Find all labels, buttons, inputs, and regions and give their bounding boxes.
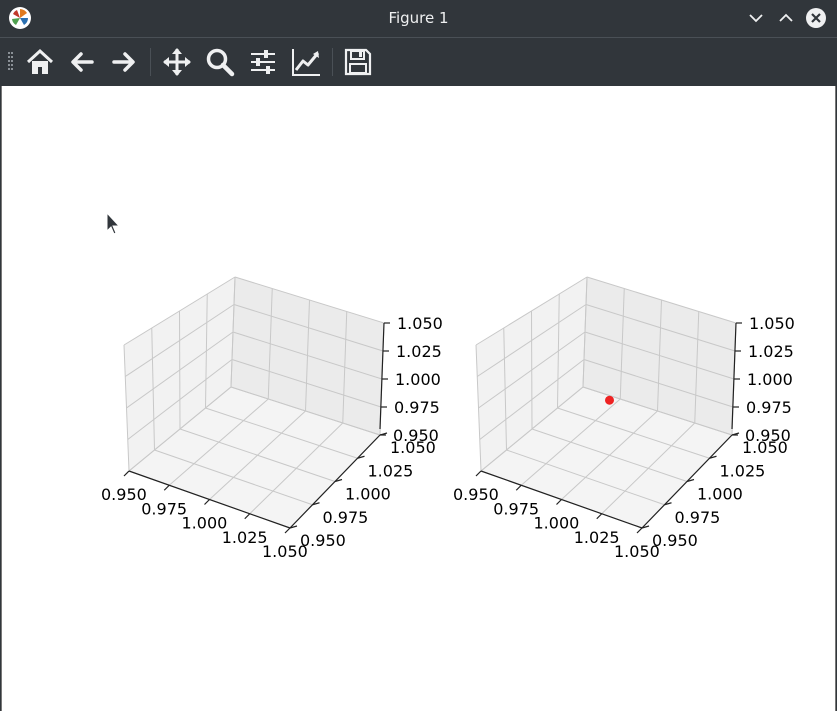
home-button[interactable]: [24, 46, 56, 78]
navigation-toolbar: [0, 37, 837, 86]
x-tick: [163, 484, 170, 491]
mouse-cursor-icon: [106, 211, 121, 235]
move-icon: [163, 48, 191, 76]
x-tick: [244, 513, 251, 520]
z-tick-label: 1.000: [395, 370, 441, 389]
z-tick-label: 0.975: [394, 398, 440, 417]
x-tick-label: 0.975: [493, 499, 539, 518]
z-tick-label: 1.050: [749, 314, 795, 333]
scatter-point: [605, 395, 614, 405]
toolbar-separator: [150, 48, 151, 76]
y-tick-label: 0.950: [652, 531, 698, 550]
forward-button[interactable]: [108, 46, 140, 78]
x-tick-label: 1.025: [222, 528, 268, 547]
close-icon: [806, 8, 826, 28]
z-tick-label: 1.025: [396, 342, 442, 361]
y-tick-label: 0.975: [675, 508, 721, 527]
x-tick: [123, 470, 130, 477]
z-tick-label: 0.950: [393, 426, 439, 445]
x-tick: [204, 499, 210, 505]
x-tick-label: 0.950: [101, 485, 147, 504]
x-tick-label: 1.000: [182, 514, 228, 533]
configure-subplots-button[interactable]: [247, 46, 279, 78]
toolbar-grip-icon[interactable]: [8, 52, 14, 72]
x-tick-label: 0.975: [141, 499, 187, 518]
close-button[interactable]: [805, 7, 827, 29]
x-tick: [596, 513, 603, 520]
minimize-button[interactable]: [745, 7, 767, 29]
arrow-left-icon: [71, 52, 94, 72]
axes-3d-left[interactable]: 0.9500.9751.0001.0251.0500.9500.9751.000…: [101, 276, 443, 561]
figure: 0.9500.9751.0001.0251.0500.9500.9751.000…: [101, 211, 795, 561]
y-tick-label: 1.000: [345, 485, 391, 504]
z-tick-label: 1.000: [747, 370, 793, 389]
x-tick: [636, 527, 643, 534]
x-tick: [475, 470, 482, 477]
edit-axes-button[interactable]: [290, 46, 322, 78]
z-tick-label: 1.025: [748, 342, 794, 361]
toolbar-separator: [332, 48, 333, 76]
x-tick: [515, 484, 522, 491]
home-icon: [26, 48, 54, 74]
z-tick-label: 1.050: [397, 314, 443, 333]
zoom-button[interactable]: [204, 46, 236, 78]
axes-3d-right[interactable]: 0.9500.9751.0001.0251.0500.9500.9751.000…: [453, 276, 795, 561]
y-tick-label: 1.025: [368, 461, 414, 480]
chevron-down-icon: [749, 14, 763, 23]
title-bar[interactable]: Figure 1: [0, 0, 837, 36]
x-tick-label: 1.000: [534, 514, 580, 533]
save-button[interactable]: [342, 46, 374, 78]
floppy-disk-icon: [344, 48, 372, 76]
x-tick-label: 1.025: [574, 528, 620, 547]
z-tick-label: 0.950: [745, 426, 791, 445]
x-tick-label: 0.950: [453, 485, 499, 504]
maximize-button[interactable]: [775, 7, 797, 29]
window-title: Figure 1: [388, 9, 449, 27]
back-button[interactable]: [66, 46, 98, 78]
line-chart-icon: [292, 49, 320, 76]
y-tick-label: 0.950: [300, 531, 346, 550]
sliders-icon: [251, 50, 275, 74]
arrow-right-icon: [112, 52, 135, 72]
x-tick: [284, 527, 291, 534]
y-tick-label: 1.025: [720, 461, 766, 480]
z-tick-label: 0.975: [746, 398, 792, 417]
figure-canvas[interactable]: 0.950 0.975 1.000 1.025 1.050 0.950 0.975 1.000…: [1, 86, 836, 711]
y-tick-label: 0.975: [323, 508, 369, 527]
magnifier-icon: [206, 48, 235, 77]
pan-button[interactable]: [161, 46, 193, 78]
chevron-up-icon: [779, 13, 793, 22]
y-tick-label: 1.000: [697, 485, 743, 504]
x-tick: [556, 499, 562, 505]
